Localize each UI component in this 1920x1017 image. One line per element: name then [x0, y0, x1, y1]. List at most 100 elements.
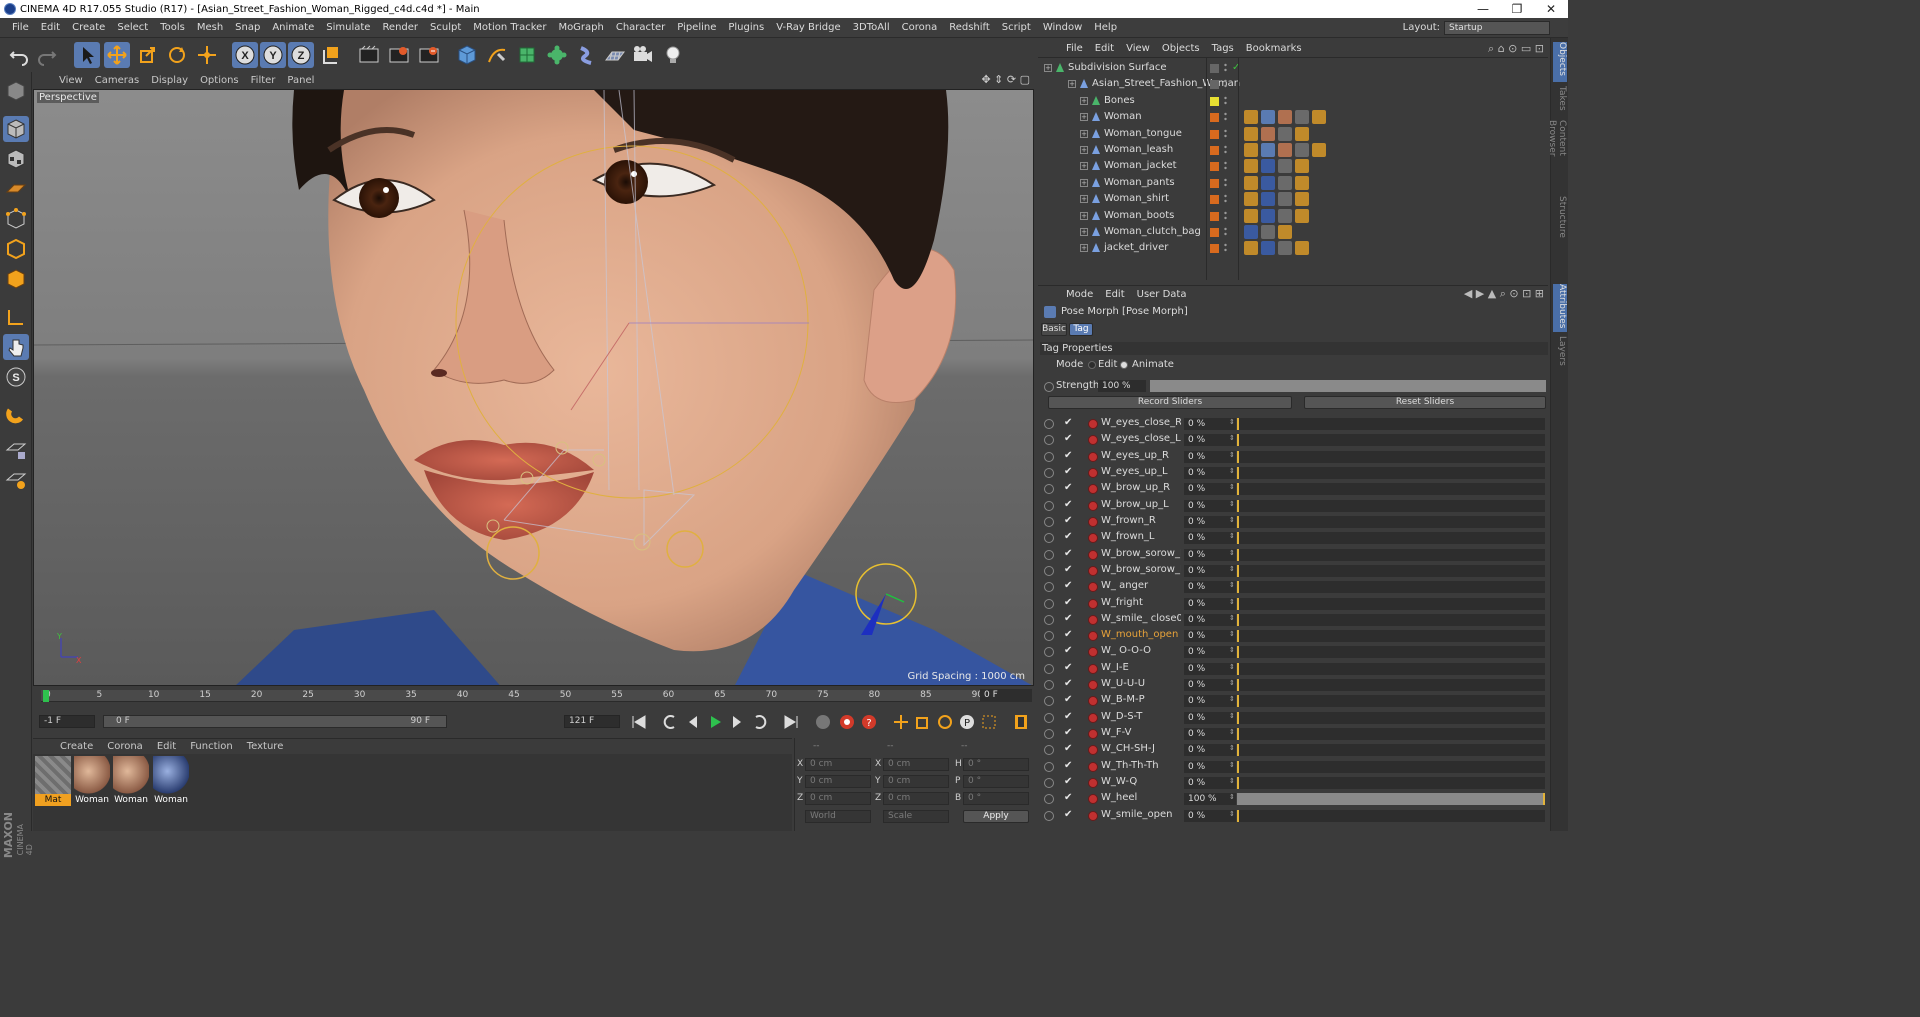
visibility-dots-icon[interactable]: [1224, 194, 1227, 204]
object-tag-icon[interactable]: [1261, 192, 1275, 207]
object-tag-icon[interactable]: [1261, 241, 1275, 256]
morph-slider-row[interactable]: ✔ W_frown_R 0 % ⇕: [1038, 514, 1548, 530]
morph-record-icon[interactable]: [1088, 680, 1098, 691]
layer-color-swatch[interactable]: [1210, 64, 1219, 73]
object-tag-icon[interactable]: [1295, 241, 1309, 256]
object-row[interactable]: + Woman: [1038, 109, 1548, 125]
rotation-b-field[interactable]: 0 °: [963, 792, 1029, 805]
texture-mode-icon[interactable]: [3, 146, 29, 172]
morph-enable-checkbox[interactable]: ✔: [1064, 499, 1072, 510]
reset-sliders-button[interactable]: Reset Sliders: [1304, 396, 1546, 409]
morph-spinner-icon[interactable]: ⇕: [1229, 695, 1235, 703]
morph-enable-checkbox[interactable]: ✔: [1064, 727, 1072, 738]
morph-slider-handle[interactable]: [1237, 499, 1239, 512]
morph-enable-checkbox[interactable]: ✔: [1064, 711, 1072, 722]
morph-slider-handle[interactable]: [1237, 711, 1239, 724]
morph-slider-row[interactable]: ✔ W_brow_sorow_R 0 % ⇕: [1038, 547, 1548, 563]
morph-animate-icon[interactable]: [1044, 663, 1054, 674]
morph-spinner-icon[interactable]: ⇕: [1229, 451, 1235, 459]
object-row[interactable]: + Asian_Street_Fashion_Woman: [1038, 76, 1548, 92]
menu-script[interactable]: Script: [996, 18, 1037, 38]
morph-slider-row[interactable]: ✔ W_F-V 0 % ⇕: [1038, 726, 1548, 742]
object-tag-icon[interactable]: [1278, 126, 1292, 141]
edges-mode-icon[interactable]: [3, 236, 29, 262]
menu-motion-tracker[interactable]: Motion Tracker: [467, 18, 552, 38]
morph-slider-row[interactable]: ✔ W_mouth_open 0 % ⇕: [1038, 628, 1548, 644]
object-tag-icon[interactable]: [1312, 143, 1326, 157]
object-tag-icon[interactable]: [1261, 159, 1275, 174]
object-name[interactable]: Woman: [1104, 109, 1142, 125]
object-name[interactable]: jacket_driver: [1104, 240, 1168, 256]
visibility-dots-icon[interactable]: [1224, 112, 1227, 122]
visibility-dots-icon[interactable]: [1224, 96, 1227, 106]
viewport-menu-view[interactable]: View: [53, 75, 89, 86]
morph-slider[interactable]: [1237, 564, 1545, 577]
next-frame-icon[interactable]: [727, 712, 747, 732]
morph-record-icon[interactable]: [1088, 778, 1098, 789]
morph-spinner-icon[interactable]: ⇕: [1229, 712, 1235, 720]
morph-animate-icon[interactable]: [1044, 631, 1054, 642]
play-icon[interactable]: [705, 712, 725, 732]
start-frame-field[interactable]: -1 F: [39, 715, 95, 728]
key-position-icon[interactable]: [891, 712, 911, 732]
object-tag-icon[interactable]: [1278, 175, 1292, 190]
morph-animate-icon[interactable]: [1044, 565, 1054, 576]
morph-slider-row[interactable]: ✔ W_smile_open 0 % ⇕: [1038, 808, 1548, 824]
menu-character[interactable]: Character: [610, 18, 671, 38]
layer-color-swatch[interactable]: [1210, 146, 1219, 155]
morph-slider-handle[interactable]: [1237, 515, 1239, 528]
live-selection-icon[interactable]: [194, 42, 220, 68]
object-tag-icon[interactable]: [1244, 175, 1258, 190]
morph-spinner-icon[interactable]: ⇕: [1229, 679, 1235, 687]
visibility-dots-icon[interactable]: [1224, 211, 1227, 221]
morph-slider-handle[interactable]: [1237, 760, 1239, 773]
morph-record-icon[interactable]: [1088, 647, 1098, 658]
next-key-icon[interactable]: [751, 712, 771, 732]
size-x-field[interactable]: 0 cm: [883, 758, 949, 771]
menu-snap[interactable]: Snap: [229, 18, 266, 38]
object-tag-icon[interactable]: [1295, 126, 1309, 141]
object-tag-icon[interactable]: [1261, 175, 1275, 190]
expand-toggle-icon[interactable]: +: [1080, 162, 1088, 171]
workplane-mode-icon[interactable]: [3, 176, 29, 202]
enabled-check-icon[interactable]: ✓: [1232, 60, 1240, 76]
morph-record-icon[interactable]: [1088, 761, 1098, 772]
morph-slider[interactable]: [1237, 711, 1545, 724]
morph-slider-handle[interactable]: [1237, 744, 1239, 757]
position-y-field[interactable]: 0 cm: [805, 775, 871, 788]
menu-corona[interactable]: Corona: [896, 18, 944, 38]
morph-animate-icon[interactable]: [1044, 549, 1054, 560]
om-menu-tags[interactable]: Tags: [1206, 43, 1240, 54]
polygons-mode-icon[interactable]: [3, 266, 29, 292]
material-swatch[interactable]: Mat: [35, 756, 71, 806]
am-menu-user-data[interactable]: User Data: [1131, 289, 1193, 300]
om-search-home-icons[interactable]: ⌕ ⌂ ⊙ ▭ ⊡: [1488, 42, 1544, 56]
tab-objects[interactable]: Objects: [1553, 42, 1567, 82]
menu-tools[interactable]: Tools: [154, 18, 191, 38]
select-arrow-icon[interactable]: [74, 42, 100, 68]
subdivision-surface-icon[interactable]: [514, 42, 540, 68]
object-tag-icon[interactable]: [1312, 110, 1326, 125]
morph-slider-row[interactable]: ✔ W_eyes_close_R 0 % ⇕: [1038, 416, 1548, 432]
object-tag-icon[interactable]: [1244, 126, 1258, 141]
morph-animate-icon[interactable]: [1044, 435, 1054, 446]
tab-structure[interactable]: Structure: [1553, 196, 1567, 240]
grid-snap-icon[interactable]: [3, 468, 29, 494]
object-name[interactable]: Bones: [1104, 93, 1135, 109]
morph-spinner-icon[interactable]: ⇕: [1229, 549, 1235, 557]
object-row[interactable]: + Woman_clutch_bag: [1038, 224, 1548, 240]
morph-animate-icon[interactable]: [1044, 419, 1054, 429]
rotation-h-field[interactable]: 0 °: [963, 758, 1029, 771]
menu-file[interactable]: File: [6, 18, 35, 38]
morph-slider-row[interactable]: ✔W_smile_ close0020 %⇕: [1038, 612, 1548, 628]
expand-toggle-icon[interactable]: +: [1080, 96, 1088, 105]
object-row[interactable]: + Bones: [1038, 93, 1548, 109]
morph-slider[interactable]: [1237, 630, 1545, 643]
layout-dropdown[interactable]: Startup: [1444, 21, 1550, 35]
expand-toggle-icon[interactable]: +: [1080, 129, 1088, 138]
morph-record-icon[interactable]: [1088, 467, 1098, 478]
morph-slider-handle[interactable]: [1237, 483, 1239, 496]
morph-animate-icon[interactable]: [1044, 696, 1054, 707]
expand-toggle-icon[interactable]: +: [1080, 211, 1088, 220]
morph-slider-row[interactable]: ✔ W_heel 100 % ⇕: [1038, 791, 1548, 807]
